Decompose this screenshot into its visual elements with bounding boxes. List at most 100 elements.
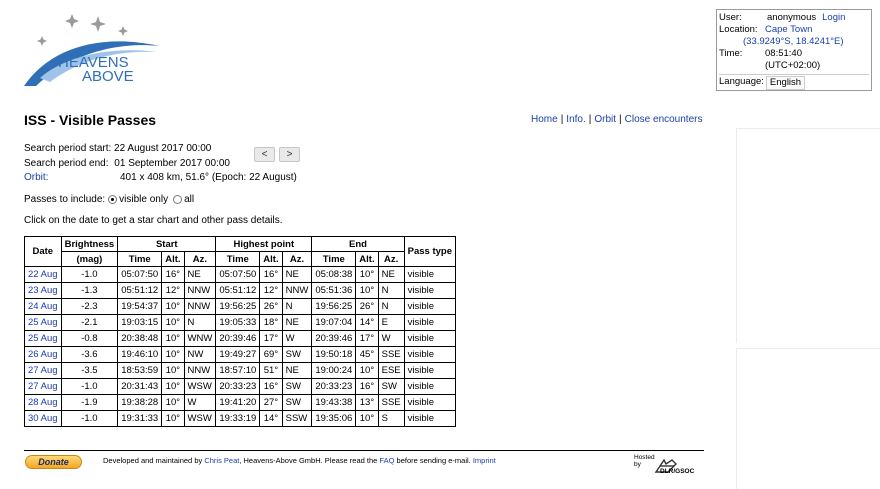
cell-start-time: 19:54:37 (117, 298, 163, 315)
hosted-by-badge[interactable]: Hosted by DLR/GSOC (632, 452, 704, 480)
pass-date-link[interactable]: 25 Aug (24, 330, 62, 347)
orbit-link[interactable]: Orbit (594, 114, 616, 125)
cell-start-az: N (183, 314, 217, 331)
cell-end-time: 19:35:06 (311, 410, 357, 427)
passes-filter: Passes to include: visible only all (24, 194, 194, 205)
cell-end-time: 05:08:38 (311, 266, 357, 283)
cell-start-alt: 10° (161, 298, 185, 315)
cell-high-az: SW (281, 394, 313, 411)
cell-end-az: SSE (377, 394, 405, 411)
cell-start-alt: 10° (161, 378, 185, 395)
cell-end-az: ESE (377, 362, 405, 379)
cell-end-time: 19:43:38 (311, 394, 357, 411)
pass-date-link[interactable]: 24 Aug (24, 298, 62, 315)
pass-row: 27 Aug -1.0 20:31:43 10° WSW 20:33:23 16° SW 20:… (24, 378, 457, 395)
mag-header: (mag) (60, 251, 119, 267)
home-link[interactable]: Home (531, 114, 558, 125)
cell-start-az: NNW (183, 362, 217, 379)
pass-date-link[interactable]: 27 Aug (24, 362, 62, 379)
high-time-header: Time (215, 251, 261, 267)
passes-filter-label: Passes to include: (24, 194, 106, 205)
info-link[interactable]: Info. (566, 114, 585, 125)
cell-high-az: W (281, 330, 313, 347)
cell-end-alt: 16° (355, 378, 379, 395)
cell-end-alt: 45° (355, 346, 379, 363)
pass-date-link[interactable]: 25 Aug (24, 314, 62, 331)
all-label[interactable]: all (184, 194, 194, 205)
cell-pass-type: visible (403, 282, 457, 299)
date-header: Date (24, 236, 62, 267)
heavens-above-logo[interactable]: HEAVENS ABOVE (20, 8, 170, 92)
cell-end-time: 20:33:23 (311, 378, 357, 395)
cell-brightness: -2.1 (60, 314, 119, 331)
cell-end-time: 20:39:46 (311, 330, 357, 347)
footer-text-mid: , Heavens-Above GmbH. Please read the (239, 456, 380, 465)
pass-date-link[interactable]: 27 Aug (24, 378, 62, 395)
cell-high-alt: 12° (259, 282, 283, 299)
cell-high-az: SW (281, 378, 313, 395)
side-panel-bottom (736, 348, 880, 489)
start-alt-header: Alt. (161, 251, 185, 267)
logo-line-2: ABOVE (82, 68, 134, 85)
cell-start-az: WSW (183, 410, 217, 427)
visible-only-label[interactable]: visible only (119, 194, 168, 205)
cell-start-time: 19:38:28 (117, 394, 163, 411)
pass-date-link[interactable]: 22 Aug (24, 266, 62, 283)
language-select[interactable]: English (765, 76, 806, 90)
pass-row: 28 Aug -1.9 19:38:28 10° W 19:41:20 27° SW 19:43… (24, 394, 457, 411)
cell-end-az: SW (377, 378, 405, 395)
pass-row: 25 Aug -0.8 20:38:48 10° WNW 20:39:46 17° W 20:3… (24, 330, 457, 347)
location-label: Location: (719, 24, 758, 35)
cell-start-az: NE (183, 266, 217, 283)
cell-end-az: W (377, 330, 405, 347)
cell-start-time: 19:46:10 (117, 346, 163, 363)
visible-only-radio[interactable] (108, 195, 118, 204)
cell-start-alt: 10° (161, 330, 185, 347)
cell-end-alt: 17° (355, 330, 379, 347)
cell-start-time: 05:07:50 (117, 266, 163, 283)
passes-table: Date Brightness Start Highest point End … (24, 236, 457, 427)
cell-start-az: NNW (183, 282, 217, 299)
cell-start-az: NNW (183, 298, 217, 315)
faq-link[interactable]: FAQ (379, 456, 394, 465)
cell-end-az: N (377, 298, 405, 315)
login-link[interactable]: Login (816, 12, 845, 24)
orbit-value: 401 x 408 km, 51.6° (Epoch: 22 August) (120, 172, 297, 183)
cell-start-time: 20:31:43 (117, 378, 163, 395)
author-link[interactable]: Chris Peat (204, 456, 239, 465)
cell-brightness: -1.3 (60, 282, 119, 299)
side-panel-top (736, 128, 880, 343)
cell-brightness: -1.0 (60, 378, 119, 395)
cell-high-time: 20:33:23 (215, 378, 261, 395)
pass-row: 24 Aug -2.3 19:54:37 10° NNW 19:56:25 26° N 19:5… (24, 298, 457, 315)
hosted-by-label: Hosted by (634, 454, 655, 468)
imprint-link[interactable]: Imprint (473, 456, 496, 465)
pass-date-link[interactable]: 30 Aug (24, 410, 62, 427)
cell-high-time: 19:33:19 (215, 410, 261, 427)
location-coords[interactable]: (33.9249°S, 18.4241°E) (719, 36, 844, 48)
next-period-button[interactable]: > (279, 147, 300, 162)
close-encounters-link[interactable]: Close encounters (625, 114, 703, 125)
pass-row: 22 Aug -1.0 05:07:50 16° NE 05:07:50 16° NE 05:0… (24, 266, 457, 283)
pass-date-link[interactable]: 28 Aug (24, 394, 62, 411)
highest-header: Highest point (215, 236, 313, 252)
cell-high-az: N (281, 298, 313, 315)
donate-button[interactable]: Donate (25, 455, 82, 469)
pass-row: 23 Aug -1.3 05:51:12 12° NNW 05:51:12 12° NNW 05… (24, 282, 457, 299)
cell-start-time: 19:31:33 (117, 410, 163, 427)
cell-brightness: -3.6 (60, 346, 119, 363)
pass-date-link[interactable]: 26 Aug (24, 346, 62, 363)
high-az-header: Az. (281, 251, 313, 267)
cell-high-alt: 51° (259, 362, 283, 379)
cell-high-alt: 27° (259, 394, 283, 411)
cell-start-alt: 12° (161, 282, 185, 299)
pass-type-header: Pass type (403, 236, 457, 267)
pass-date-link[interactable]: 23 Aug (24, 282, 62, 299)
all-radio[interactable] (173, 195, 183, 204)
cell-brightness: -3.5 (60, 362, 119, 379)
start-az-header: Az. (183, 251, 217, 267)
orbit-label-link[interactable]: Orbit: (24, 171, 120, 186)
prev-period-button[interactable]: < (254, 147, 275, 162)
location-link[interactable]: Cape Town (763, 24, 812, 36)
cell-end-time: 19:07:04 (311, 314, 357, 331)
